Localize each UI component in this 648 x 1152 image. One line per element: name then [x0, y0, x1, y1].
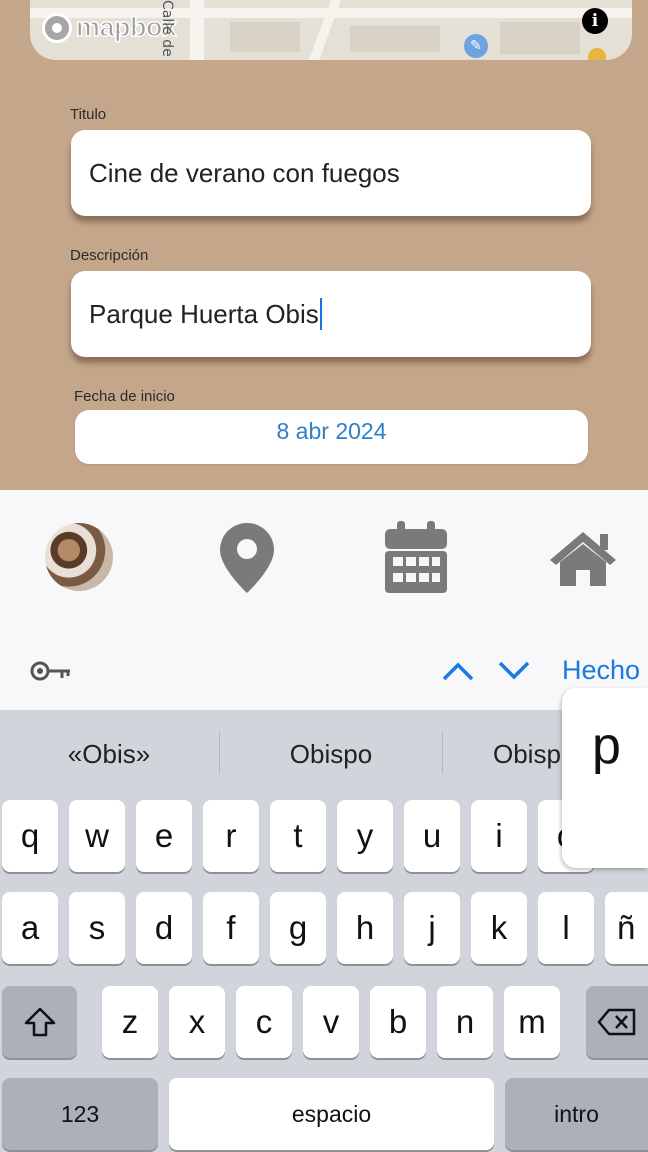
wrench-icon[interactable]: ✎ [464, 34, 488, 58]
key-g[interactable]: g [270, 892, 326, 964]
key-j[interactable]: j [404, 892, 460, 964]
street-label: Calle de [159, 0, 175, 57]
map-pin-icon[interactable] [220, 523, 274, 593]
space-key[interactable]: espacio [169, 1078, 494, 1150]
key-n[interactable]: n [437, 986, 493, 1058]
start-date-picker[interactable]: 8 abr 2024 [75, 410, 588, 464]
key-l[interactable]: l [538, 892, 594, 964]
home-icon[interactable] [548, 530, 618, 586]
title-label: Titulo [70, 106, 107, 123]
key-t[interactable]: t [270, 800, 326, 872]
keyboard: «Obis» Obispo Obisp q w e r t y u i o a … [0, 710, 648, 1152]
suggestion-2[interactable]: Obispo [220, 734, 442, 774]
key-icon[interactable] [30, 660, 72, 682]
text-caret [319, 298, 322, 330]
key-x[interactable]: x [169, 986, 225, 1058]
title-field[interactable]: Cine de verano con fuegos [71, 130, 591, 216]
key-s[interactable]: s [69, 892, 125, 964]
avatar[interactable] [45, 523, 113, 591]
key-d[interactable]: d [136, 892, 192, 964]
chevron-up-icon[interactable] [441, 660, 475, 682]
description-field[interactable]: Parque Huerta Obis [71, 271, 591, 357]
shift-key[interactable] [2, 986, 77, 1058]
key-r[interactable]: r [203, 800, 259, 872]
numbers-key[interactable]: 123 [2, 1078, 158, 1150]
shift-icon [24, 1007, 55, 1037]
key-y[interactable]: y [337, 800, 393, 872]
return-key[interactable]: intro [505, 1078, 648, 1150]
key-popup-p: p [562, 688, 648, 868]
description-field-value: Parque Huerta Obis [89, 298, 319, 329]
key-b[interactable]: b [370, 986, 426, 1058]
key-u[interactable]: u [404, 800, 460, 872]
key-i[interactable]: i [471, 800, 527, 872]
key-a[interactable]: a [2, 892, 58, 964]
key-f[interactable]: f [203, 892, 259, 964]
key-k[interactable]: k [471, 892, 527, 964]
key-v[interactable]: v [303, 986, 359, 1058]
key-h[interactable]: h [337, 892, 393, 964]
start-date-value: 8 abr 2024 [276, 418, 387, 444]
suggestion-1[interactable]: «Obis» [0, 734, 218, 774]
description-label: Descripción [70, 247, 149, 264]
backspace-icon [597, 1008, 636, 1036]
key-q[interactable]: q [2, 800, 58, 872]
chevron-down-icon[interactable] [497, 660, 531, 682]
mapbox-logo: mapbox [42, 11, 178, 43]
key-z[interactable]: z [102, 986, 158, 1058]
key-m[interactable]: m [504, 986, 560, 1058]
start-date-label: Fecha de inicio [74, 388, 175, 405]
done-button[interactable]: Hecho [562, 655, 640, 686]
key-w[interactable]: w [69, 800, 125, 872]
key-c[interactable]: c [236, 986, 292, 1058]
keyboard-accessory-bar: Hecho [0, 630, 648, 710]
title-field-value: Cine de verano con fuegos [89, 157, 400, 188]
calendar-icon[interactable] [385, 521, 447, 593]
mapbox-mark-icon [42, 12, 72, 43]
poi-marker-icon[interactable] [588, 48, 606, 60]
key-popup-letter: p [592, 717, 621, 775]
key-n-tilde[interactable]: ñ [605, 892, 648, 964]
key-e[interactable]: e [136, 800, 192, 872]
delete-key[interactable] [586, 986, 648, 1058]
map-view[interactable]: mapbox Calle de ✎ i [30, 0, 632, 60]
info-icon[interactable]: i [582, 8, 608, 34]
